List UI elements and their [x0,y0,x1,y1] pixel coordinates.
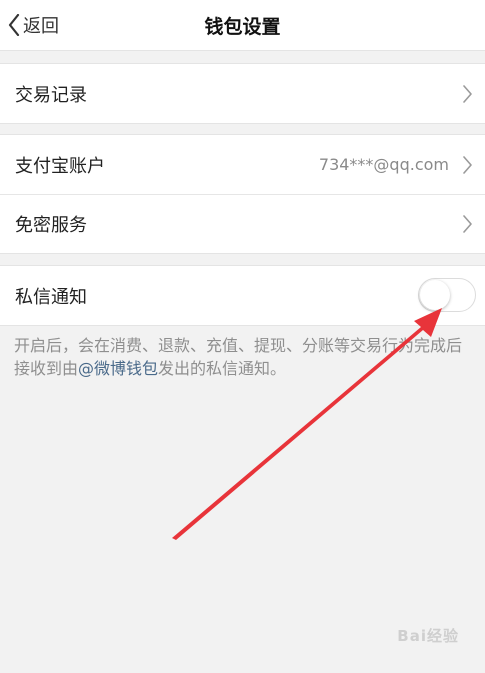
red-annotation-arrow [172,308,442,540]
baidu-jingyan-watermark: Bai经验 [397,627,459,645]
